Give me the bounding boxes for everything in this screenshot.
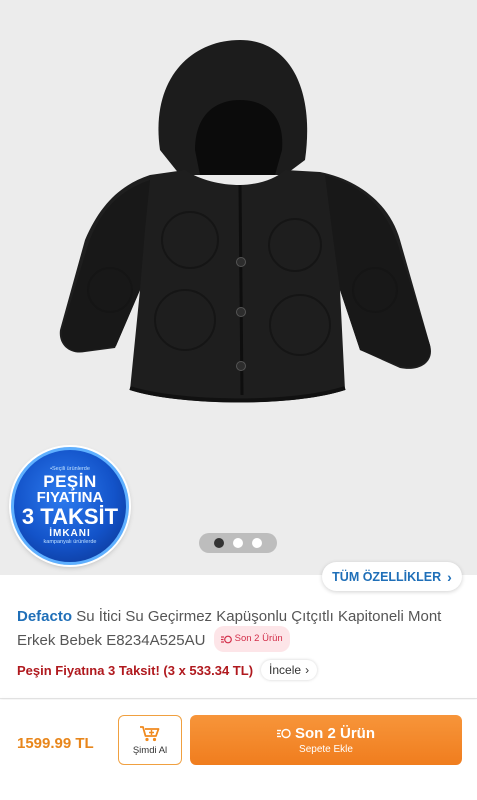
all-features-label: TÜM ÖZELLİKLER: [332, 569, 442, 584]
installment-campaign-badge: •Seçili ürünlerde PEŞİN FIYATINA 3 TAKSİ…: [11, 447, 129, 565]
installment-details-label: İncele: [269, 663, 302, 677]
pagination-dot[interactable]: [214, 538, 224, 548]
product-price: 1599.99 TL: [17, 735, 94, 752]
stock-tag: Son 2 Ürün: [213, 626, 290, 652]
divider: [0, 698, 477, 699]
buy-now-button[interactable]: Şimdi Al: [118, 715, 182, 765]
buy-now-label: Şimdi Al: [132, 744, 168, 756]
badge-tiny-bottom: kampanyalı ürünlerde: [43, 539, 97, 545]
installment-details-link[interactable]: İncele ›: [261, 660, 318, 680]
stock-alert-icon: [276, 728, 291, 739]
pagination-dot[interactable]: [252, 538, 262, 548]
stock-tag-label: Son 2 Ürün: [234, 633, 283, 644]
chevron-right-icon: ›: [447, 568, 452, 585]
stock-alert-icon: [220, 635, 232, 643]
pagination-dot[interactable]: [233, 538, 243, 548]
product-brand[interactable]: Defacto: [17, 608, 72, 625]
installment-row: Peşin Fiyatına 3 Taksit! (3 x 533.34 TL)…: [17, 660, 318, 680]
gallery-pagination: [199, 533, 277, 553]
cart-icon: [140, 725, 160, 741]
add-to-cart-label: Sepete Ekle: [299, 744, 353, 755]
chevron-right-icon: ›: [305, 663, 310, 677]
all-features-button[interactable]: TÜM ÖZELLİKLER ›: [322, 562, 462, 591]
add-to-cart-stock-label: Son 2 Ürün: [294, 725, 375, 742]
product-image-gallery[interactable]: •Seçili ürünlerde PEŞİN FIYATINA 3 TAKSİ…: [0, 0, 477, 575]
product-title: Defacto Su İtici Su Geçirmez Kapüşonlu Ç…: [17, 606, 467, 654]
badge-line-4: İMKANI: [49, 528, 91, 539]
badge-line-1: PEŞİN: [43, 472, 97, 491]
installment-text: Peşin Fiyatına 3 Taksit! (3 x 533.34 TL): [17, 662, 254, 678]
add-to-cart-button[interactable]: Son 2 Ürün Sepete Ekle: [190, 715, 462, 765]
badge-line-3: 3 TAKSİT: [21, 504, 119, 529]
